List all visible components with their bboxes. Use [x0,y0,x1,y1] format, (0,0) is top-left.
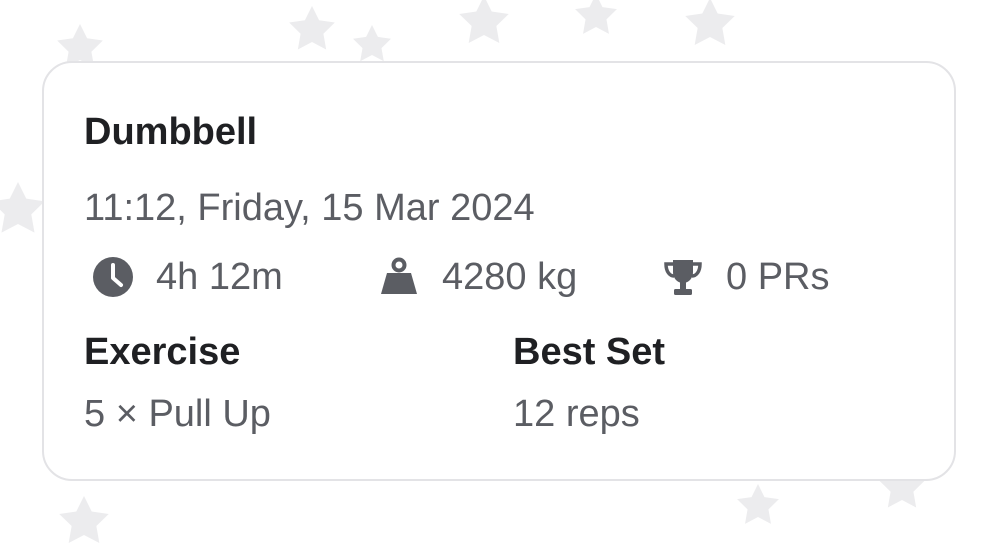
trophy-icon [662,256,704,298]
workout-card[interactable]: Dumbbell 11:12, Friday, 15 Mar 2024 4h 1… [42,61,956,481]
workout-datetime: 11:12, Friday, 15 Mar 2024 [84,187,535,229]
best-set-column-header: Best Set [513,331,666,373]
workout-stats-row: 4h 12m 4280 kg 0 PRs [44,253,954,301]
best-set-cell: 12 reps [513,393,640,435]
exercise-column-header: Exercise [84,331,241,373]
volume-stat: 4280 kg [378,253,577,301]
weight-icon [378,256,420,298]
duration-value: 4h 12m [156,255,283,298]
prs-stat: 0 PRs [662,253,829,301]
duration-stat: 4h 12m [92,253,283,301]
clock-icon [92,256,134,298]
volume-value: 4280 kg [442,255,578,298]
prs-value: 0 PRs [726,255,830,298]
exercise-cell: 5 × Pull Up [84,393,271,435]
workout-title: Dumbbell [84,111,258,153]
